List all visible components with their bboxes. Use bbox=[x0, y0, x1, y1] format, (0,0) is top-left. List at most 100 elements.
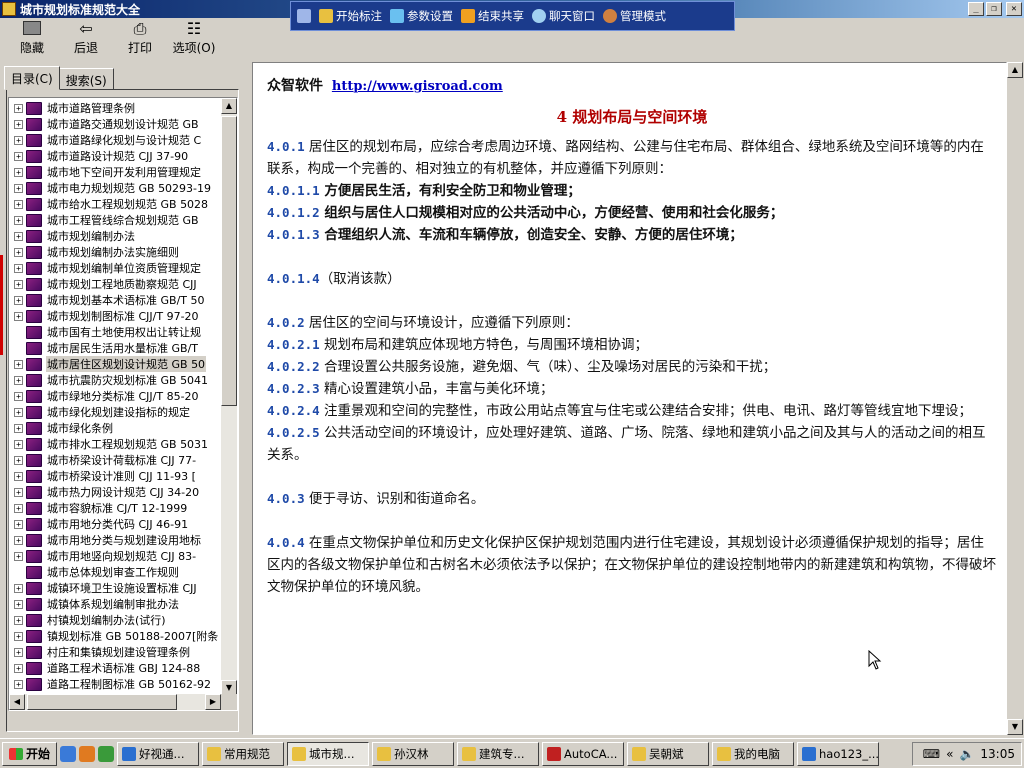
expand-plus-icon[interactable]: + bbox=[14, 599, 23, 609]
expand-plus-icon[interactable]: + bbox=[14, 551, 23, 561]
print-button[interactable]: ⎙ 打印 bbox=[114, 20, 166, 58]
taskbar-button[interactable]: 吴朝斌 bbox=[627, 741, 710, 766]
doc-scroll-up-arrow[interactable]: ▲ bbox=[1007, 62, 1023, 78]
tree-horizontal-scrollbar[interactable]: ◀ ▶ bbox=[9, 694, 221, 710]
tree-item[interactable]: + 城市道路交通规划设计规范 GB bbox=[9, 116, 221, 132]
expand-plus-icon[interactable]: + bbox=[14, 359, 23, 369]
hide-button[interactable]: 隐藏 bbox=[6, 20, 58, 58]
expand-plus-icon[interactable]: + bbox=[14, 583, 23, 593]
expand-plus-icon[interactable]: + bbox=[14, 407, 23, 417]
tree-item[interactable]: + 城市道路设计规范 CJJ 37-90 bbox=[9, 148, 221, 164]
taskbar-button[interactable]: 常用规范 bbox=[202, 741, 285, 766]
expand-plus-icon[interactable]: + bbox=[14, 503, 23, 513]
taskbar-button[interactable]: 建筑专... bbox=[457, 741, 540, 766]
expand-plus-icon[interactable]: + bbox=[14, 615, 23, 625]
tree-item[interactable]: + 道路工程术语标准 GBJ 124-88 bbox=[9, 660, 221, 676]
tree-item[interactable]: + 城市桥梁设计荷载标准 CJJ 77- bbox=[9, 452, 221, 468]
tree-item[interactable]: + 城市电力规划规范 GB 50293-19 bbox=[9, 180, 221, 196]
tree-item[interactable]: + 镇规划标准 GB 50188-2007[附条 bbox=[9, 628, 221, 644]
tree-item[interactable]: 城市居民生活用水量标准 GB/T bbox=[9, 340, 221, 356]
tree-item[interactable]: + 城镇环境卫生设施设置标准 CJJ bbox=[9, 580, 221, 596]
tree-hscroll-thumb[interactable] bbox=[27, 694, 177, 710]
expand-plus-icon[interactable]: + bbox=[14, 487, 23, 497]
tree-item[interactable]: + 城市排水工程规划规范 GB 5031 bbox=[9, 436, 221, 452]
taskbar-button[interactable]: 好视通... bbox=[117, 741, 200, 766]
expand-plus-icon[interactable]: + bbox=[14, 391, 23, 401]
tree-scroll-thumb[interactable] bbox=[221, 116, 237, 406]
expand-plus-icon[interactable]: + bbox=[14, 631, 23, 641]
expand-plus-icon[interactable]: + bbox=[14, 231, 23, 241]
tree-item[interactable]: + 城市绿化条例 bbox=[9, 420, 221, 436]
document-vertical-scrollbar[interactable]: ▲ ▼ bbox=[1007, 62, 1024, 735]
keyboard-icon[interactable]: ⌨ bbox=[923, 747, 940, 761]
taskbar-button[interactable]: 我的电脑 bbox=[712, 741, 795, 766]
tab-search[interactable]: 搜索(S) bbox=[58, 68, 114, 90]
tree-item[interactable]: + 城市用地分类代码 CJJ 46-91 bbox=[9, 516, 221, 532]
expand-plus-icon[interactable]: + bbox=[14, 535, 23, 545]
expand-plus-icon[interactable]: + bbox=[14, 647, 23, 657]
back-button[interactable]: ⇦ 后退 bbox=[60, 20, 112, 58]
taskbar-button[interactable]: 孙汉林 bbox=[372, 741, 455, 766]
expand-plus-icon[interactable]: + bbox=[14, 311, 23, 321]
tree-item[interactable]: + 城市容貌标准 CJ/T 12-1999 bbox=[9, 500, 221, 516]
expand-plus-icon[interactable]: + bbox=[14, 263, 23, 273]
tree-item[interactable]: + 城市道路管理条例 bbox=[9, 100, 221, 116]
tree-item[interactable]: + 城市热力网设计规范 CJJ 34-20 bbox=[9, 484, 221, 500]
tree-item[interactable]: + 城市桥梁设计准则 CJJ 11-93 [ bbox=[9, 468, 221, 484]
tree-item[interactable]: + 城市居住区规划设计规范 GB 50 bbox=[9, 356, 221, 372]
tab-contents[interactable]: 目录(C) bbox=[4, 66, 60, 90]
start-button[interactable]: 开始 bbox=[2, 741, 58, 766]
taskbar-button[interactable]: hao123_... bbox=[797, 741, 880, 766]
expand-plus-icon[interactable]: + bbox=[14, 103, 23, 113]
tree-item[interactable]: + 城市工程管线综合规划规范 GB bbox=[9, 212, 221, 228]
ie-quicklaunch-icon[interactable] bbox=[60, 745, 77, 762]
expand-plus-icon[interactable]: + bbox=[14, 375, 23, 385]
tree-item[interactable]: + 城市规划编制办法 bbox=[9, 228, 221, 244]
tree-vertical-scrollbar[interactable]: ▲ ▼ bbox=[221, 98, 237, 696]
tree-item[interactable]: + 城市抗震防灾规划标准 GB 5041 bbox=[9, 372, 221, 388]
expand-plus-icon[interactable]: + bbox=[14, 423, 23, 433]
tree-item[interactable]: + 城市绿地分类标准 CJJ/T 85-20 bbox=[9, 388, 221, 404]
tree-item[interactable]: 城市总体规划审查工作规则 bbox=[9, 564, 221, 580]
tree-item[interactable]: + 城市给水工程规划规范 GB 5028 bbox=[9, 196, 221, 212]
tree-item[interactable]: + 城市规划基本术语标准 GB/T 50 bbox=[9, 292, 221, 308]
expand-plus-icon[interactable]: + bbox=[14, 439, 23, 449]
minimize-button[interactable]: _ bbox=[968, 2, 984, 16]
tree-item[interactable]: + 城市规划制图标准 CJJ/T 97-20 bbox=[9, 308, 221, 324]
expand-plus-icon[interactable]: + bbox=[14, 679, 23, 689]
expand-plus-icon[interactable]: + bbox=[14, 247, 23, 257]
expand-plus-icon[interactable]: + bbox=[14, 199, 23, 209]
options-button[interactable]: ☷ 选项(O) bbox=[168, 20, 220, 58]
doc-scroll-down-arrow[interactable]: ▼ bbox=[1007, 719, 1023, 735]
tree-item[interactable]: + 村庄和集镇规划建设管理条例 bbox=[9, 644, 221, 660]
tree-item[interactable]: 城市国有土地使用权出让转让规 bbox=[9, 324, 221, 340]
media-quicklaunch-icon[interactable] bbox=[79, 745, 96, 762]
expand-plus-icon[interactable]: + bbox=[14, 151, 23, 161]
expand-plus-icon[interactable]: + bbox=[14, 455, 23, 465]
expand-plus-icon[interactable]: + bbox=[14, 183, 23, 193]
scroll-up-arrow[interactable]: ▲ bbox=[221, 98, 237, 114]
tree-item[interactable]: + 城市用地分类与规划建设用地标 bbox=[9, 532, 221, 548]
expand-plus-icon[interactable]: + bbox=[14, 135, 23, 145]
tree-item[interactable]: + 城市绿化规划建设指标的规定 bbox=[9, 404, 221, 420]
volume-icon[interactable]: 🔈 bbox=[959, 747, 974, 761]
expand-plus-icon[interactable]: + bbox=[14, 167, 23, 177]
expand-plus-icon[interactable]: + bbox=[14, 295, 23, 305]
expand-plus-icon[interactable]: + bbox=[14, 279, 23, 289]
tree-item[interactable]: + 城市规划编制单位资质管理规定 bbox=[9, 260, 221, 276]
website-link[interactable]: http://www.gisroad.com bbox=[332, 79, 503, 94]
tree-item[interactable]: + 城镇体系规划编制审批办法 bbox=[9, 596, 221, 612]
expand-plus-icon[interactable]: + bbox=[14, 663, 23, 673]
expand-plus-icon[interactable]: + bbox=[14, 519, 23, 529]
tree-item[interactable]: + 城市规划工程地质勘察规范 CJJ bbox=[9, 276, 221, 292]
expand-plus-icon[interactable]: + bbox=[14, 119, 23, 129]
expand-plus-icon[interactable]: + bbox=[14, 471, 23, 481]
desktop-quicklaunch-icon[interactable] bbox=[98, 745, 115, 762]
scroll-left-arrow[interactable]: ◀ bbox=[9, 694, 25, 710]
tree-item[interactable]: + 村镇规划编制办法(试行) bbox=[9, 612, 221, 628]
restore-button[interactable]: ❐ bbox=[986, 2, 1002, 16]
taskbar-button[interactable]: 城市规... bbox=[287, 741, 370, 766]
tree-item[interactable]: + 城市用地竖向规划规范 CJJ 83- bbox=[9, 548, 221, 564]
expand-plus-icon[interactable]: + bbox=[14, 215, 23, 225]
tree-item[interactable]: + 城市规划编制办法实施细则 bbox=[9, 244, 221, 260]
